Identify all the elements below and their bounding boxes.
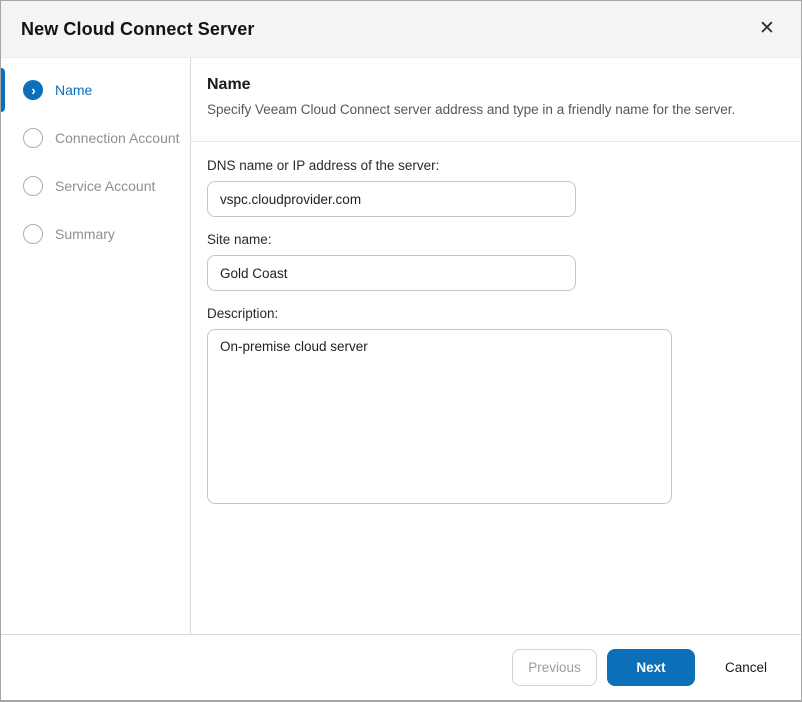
step-content-panel: Name Specify Veeam Cloud Connect server …	[191, 58, 801, 634]
step-pending-bullet-icon	[23, 224, 43, 244]
step-service-account[interactable]: Service Account	[1, 176, 190, 196]
description-textarea[interactable]: On-premise cloud server	[207, 329, 672, 504]
site-name-input[interactable]	[207, 255, 576, 291]
step-label: Service Account	[55, 178, 156, 194]
new-cloud-connect-server-dialog: New Cloud Connect Server ✕ › Name Connec…	[0, 0, 802, 702]
step-pending-bullet-icon	[23, 176, 43, 196]
step-active-bullet-icon: ›	[23, 80, 43, 100]
dialog-titlebar: New Cloud Connect Server ✕	[1, 1, 801, 58]
step-pending-bullet-icon	[23, 128, 43, 148]
description-field-label: Description:	[207, 306, 279, 321]
close-icon[interactable]: ✕	[753, 15, 781, 43]
step-heading: Name	[207, 76, 251, 93]
previous-button[interactable]: Previous	[511, 649, 597, 686]
site-name-field-label: Site name:	[207, 232, 272, 247]
step-name[interactable]: › Name	[1, 68, 190, 112]
step-label: Connection Account	[55, 130, 180, 146]
dns-field-label: DNS name or IP address of the server:	[207, 158, 440, 173]
step-summary[interactable]: Summary	[1, 224, 190, 244]
name-step-form: DNS name or IP address of the server: Si…	[191, 142, 801, 504]
next-button[interactable]: Next	[606, 649, 695, 686]
step-header: Name Specify Veeam Cloud Connect server …	[191, 58, 801, 142]
step-label: Summary	[55, 226, 115, 242]
wizard-steps-sidebar: › Name Connection Account Service Accoun…	[1, 58, 191, 634]
chevron-right-icon: ›	[31, 82, 36, 98]
dialog-footer: Previous Next Cancel	[1, 634, 801, 700]
step-label: Name	[55, 82, 93, 98]
dialog-title: New Cloud Connect Server	[21, 18, 255, 39]
dns-input[interactable]	[207, 181, 576, 217]
dialog-body: › Name Connection Account Service Accoun…	[1, 58, 801, 634]
cancel-button[interactable]: Cancel	[723, 649, 769, 686]
step-connection-account[interactable]: Connection Account	[1, 128, 190, 148]
step-subtitle: Specify Veeam Cloud Connect server addre…	[207, 102, 736, 117]
